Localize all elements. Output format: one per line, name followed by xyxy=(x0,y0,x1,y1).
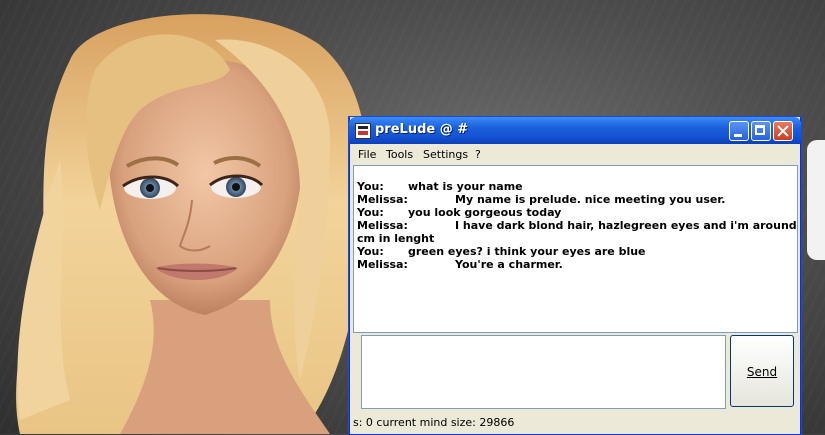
menu-settings[interactable]: Settings xyxy=(423,148,468,161)
chat-row: Melissa: I have dark blond hair, hazlegr… xyxy=(354,219,797,232)
menu-help[interactable]: ? xyxy=(475,148,481,161)
message-text: green eyes? i think your eyes are blue xyxy=(408,245,646,258)
message-text: what is your name xyxy=(408,180,523,193)
close-icon[interactable] xyxy=(773,121,793,141)
chat-row: You: you look gorgeous today xyxy=(354,206,797,219)
chat-row: Melissa: My name is prelude. nice meetin… xyxy=(354,193,797,206)
chat-row: cm in lenght xyxy=(354,232,797,245)
message-text-wrap: cm in lenght xyxy=(357,232,435,245)
send-label: Send xyxy=(746,365,778,379)
message-text: My name is prelude. nice meeting you use… xyxy=(455,193,726,206)
menu-tools[interactable]: Tools xyxy=(386,148,413,161)
speaker-label: Melissa: xyxy=(357,193,408,206)
send-button[interactable]: Send xyxy=(730,335,794,407)
edge-decoration xyxy=(807,140,825,260)
message-text: I have dark blond hair, hazlegreen eyes … xyxy=(455,219,798,232)
chat-row: You: green eyes? i think your eyes are b… xyxy=(354,245,797,258)
window-title: preLude @ # xyxy=(375,122,469,137)
message-text: You're a charmer. xyxy=(455,258,563,271)
maximize-icon[interactable] xyxy=(751,121,771,141)
chat-row: You: what is your name xyxy=(354,180,797,193)
title-bar[interactable]: preLude @ # xyxy=(349,117,801,144)
message-text: you look gorgeous today xyxy=(408,206,562,219)
speaker-label: You: xyxy=(357,206,384,219)
speaker-label: You: xyxy=(357,180,384,193)
status-bar: s: 0 current mind size: 29866 xyxy=(353,416,515,429)
speaker-label: You: xyxy=(357,245,384,258)
chat-window: preLude @ # File Tools Settings ? You: w… xyxy=(349,117,801,435)
minimize-icon[interactable] xyxy=(729,121,749,141)
chat-log[interactable]: You: what is your name Melissa: My name … xyxy=(353,165,798,333)
speaker-label: Melissa: xyxy=(357,219,408,232)
speaker-label: Melissa: xyxy=(357,258,408,271)
app-icon xyxy=(355,123,371,139)
menu-bar: File Tools Settings ? xyxy=(350,144,800,164)
menu-file[interactable]: File xyxy=(358,148,376,161)
chat-row: Melissa: You're a charmer. xyxy=(354,258,797,271)
message-input[interactable] xyxy=(361,335,726,409)
